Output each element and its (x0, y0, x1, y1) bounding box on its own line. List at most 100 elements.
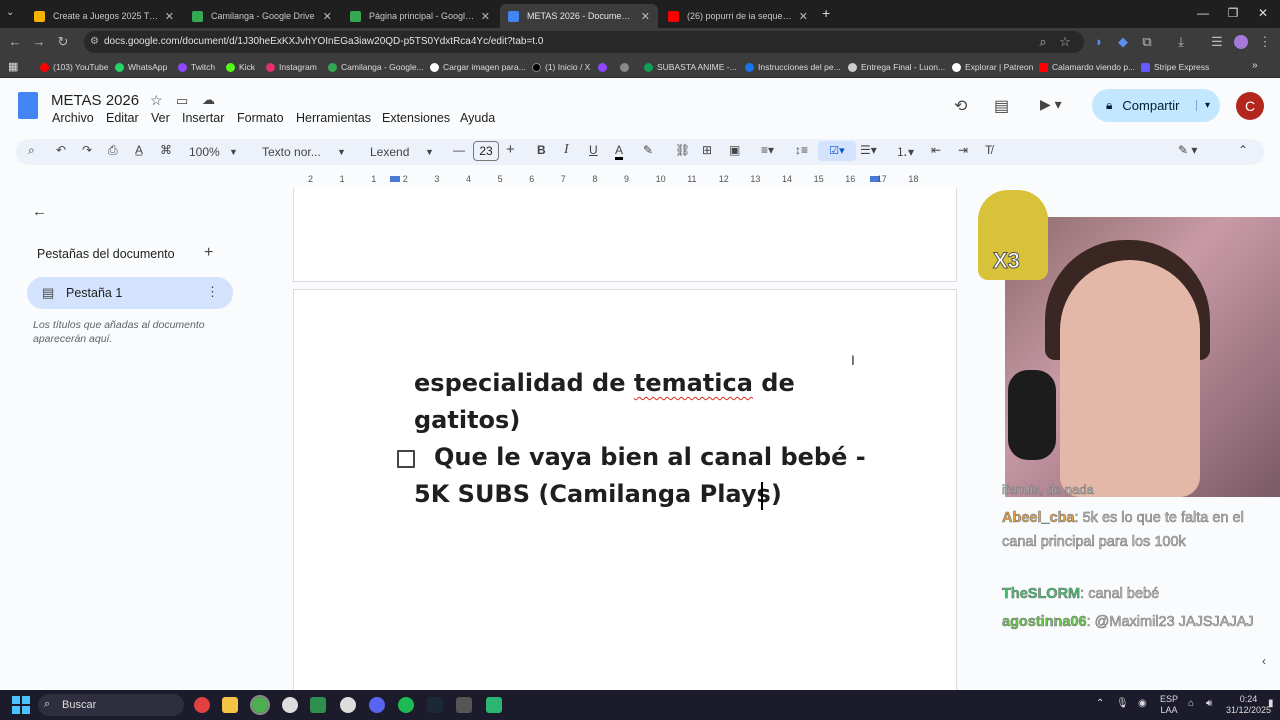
taskbar-search[interactable]: Buscar (38, 694, 184, 716)
italic-icon[interactable]: I (564, 142, 569, 158)
undo-icon[interactable]: ↶ (56, 143, 66, 157)
menu-editar[interactable]: Editar (106, 111, 139, 125)
underline-icon[interactable]: U (589, 143, 598, 157)
misspelled-word[interactable]: tematica (634, 369, 753, 397)
reload-icon[interactable]: ↻ (54, 34, 72, 50)
download-icon[interactable]: ⤓ (1172, 34, 1190, 50)
search-menus-icon[interactable]: ⌕ (28, 143, 35, 158)
settings-icon[interactable] (282, 697, 298, 713)
style-select[interactable]: Texto nor... (262, 145, 321, 159)
browser-tab[interactable]: Camilanga - Google Drive ✕ (184, 4, 340, 28)
clock[interactable]: 0:24 31/12/2025 (1226, 694, 1271, 716)
address-bar[interactable]: docs.google.com/document/d/1J30heExKXJvh… (84, 31, 1084, 53)
clear-formatting-icon[interactable]: T̸ (985, 143, 992, 157)
font-size-input[interactable]: 23 (473, 141, 499, 161)
profile-avatar[interactable] (1234, 35, 1248, 49)
chevron-down-icon[interactable]: ▼ (425, 147, 434, 157)
tray-chevron-icon[interactable]: ⌃ (1096, 698, 1104, 709)
tab-close-icon[interactable]: ✕ (481, 10, 490, 23)
bookmark-item[interactable]: Calamardo viendo p... (1039, 60, 1135, 74)
tab-close-icon[interactable]: ✕ (165, 10, 174, 23)
account-avatar[interactable]: C (1236, 92, 1264, 120)
taskbar-app-icon[interactable] (310, 697, 326, 713)
browser-tab[interactable]: (26) popurri de ia seque un rio ✕ (660, 4, 816, 28)
menu-archivo[interactable]: Archivo (52, 111, 94, 125)
menu-insertar[interactable]: Insertar (182, 111, 224, 125)
taskbar-app-icon[interactable] (194, 697, 210, 713)
taskbar-app-icon[interactable] (456, 697, 472, 713)
browser-tab[interactable]: Create a Juegos 2025 Tier List - ✕ (26, 4, 182, 28)
more-bookmarks-icon[interactable]: » (1252, 60, 1258, 71)
extensions-puzzle-icon[interactable]: ⧉ (1138, 34, 1156, 50)
spotify-icon[interactable] (398, 697, 414, 713)
highlight-icon[interactable]: ✎ (643, 143, 653, 157)
discord-icon[interactable] (369, 697, 385, 713)
editing-mode-icon[interactable]: ✎ ▾ (1178, 143, 1197, 157)
add-comment-icon[interactable]: ⊞ (702, 143, 712, 157)
paint-format-icon[interactable]: ⌘ (160, 143, 172, 157)
bulleted-list-icon[interactable]: ☰▾ (860, 143, 877, 157)
line-spacing-icon[interactable]: ↕≡ (795, 143, 808, 157)
bookmark-item[interactable]: Instagram (266, 60, 317, 74)
taskbar-app-icon[interactable] (340, 697, 356, 713)
bookmark-item[interactable] (620, 60, 633, 74)
left-indent-marker-icon[interactable] (390, 176, 400, 182)
close-sidebar-back-icon[interactable]: ← (32, 203, 47, 220)
bookmark-item[interactable]: Kick (226, 60, 255, 74)
redo-icon[interactable]: ↷ (82, 143, 92, 157)
share-dropdown-icon[interactable]: ▾ (1195, 100, 1210, 111)
windows-start-icon[interactable] (12, 696, 30, 714)
checklist-checkbox[interactable] (397, 450, 415, 468)
link-icon[interactable]: ⛓ (675, 143, 690, 157)
chrome-icon[interactable] (250, 695, 270, 715)
notifications-icon[interactable]: ▮ (1268, 698, 1274, 709)
apps-grid-icon[interactable]: ▦ (8, 60, 18, 73)
menu-ver[interactable]: Ver (151, 111, 170, 125)
menu-formato[interactable]: Formato (237, 111, 284, 125)
minimize-icon[interactable]: — (1188, 6, 1218, 20)
extension-icon[interactable]: ◗ (1090, 34, 1108, 49)
chevron-down-icon[interactable]: ▼ (337, 147, 346, 157)
share-button[interactable]: 🔒︎ Compartir ▾ (1092, 89, 1220, 122)
taskbar-app-icon[interactable] (486, 697, 502, 713)
spellcheck-icon[interactable]: A̲ (135, 143, 143, 157)
move-folder-icon[interactable]: ▭ (176, 93, 188, 109)
menu-ayuda[interactable]: Ayuda (460, 111, 495, 125)
bookmark-item[interactable]: SUBASTA ANIME -... (644, 60, 737, 74)
checklist-icon[interactable]: ☑▾ (818, 141, 856, 161)
bookmark-star-icon[interactable]: ☆ (1056, 34, 1074, 50)
network-icon[interactable]: ⌂ (1188, 698, 1194, 709)
forward-icon[interactable]: → (30, 34, 48, 49)
text-color-icon[interactable]: A (615, 143, 624, 160)
bookmark-item[interactable] (598, 60, 611, 74)
zoom-icon[interactable]: ⌕ (1034, 34, 1052, 50)
document-tab-item[interactable] (27, 277, 233, 309)
bookmark-item[interactable]: Entrega Final - Luon... (848, 60, 945, 74)
insert-image-icon[interactable]: ▣ (729, 143, 740, 157)
bookmark-item[interactable]: Cargar imagen para... (430, 60, 526, 74)
document-title[interactable]: METAS 2026 (51, 92, 139, 109)
volume-icon[interactable]: 🔊︎ (1206, 698, 1212, 709)
font-select[interactable]: Lexend (370, 145, 409, 159)
menu-extensiones[interactable]: Extensiones (382, 111, 450, 125)
bookmark-item[interactable]: (1) Inicio / X (532, 60, 590, 74)
tab-close-icon[interactable]: ✕ (641, 10, 650, 23)
increase-indent-icon[interactable]: ⇥ (958, 143, 968, 157)
numbered-list-icon[interactable]: ⒈▾ (896, 143, 914, 160)
bookmark-item[interactable]: Twitch (178, 60, 215, 74)
add-tab-plus-icon[interactable]: + (204, 244, 213, 262)
language-indicator[interactable]: ESP LAA (1160, 694, 1178, 716)
file-explorer-icon[interactable] (222, 697, 238, 713)
restore-icon[interactable]: ❐ (1218, 6, 1248, 20)
bookmark-item[interactable]: (103) YouTube (40, 60, 108, 74)
docs-logo-icon[interactable] (18, 92, 38, 119)
tab-close-icon[interactable]: ✕ (799, 10, 808, 23)
tab-search-chevron-icon[interactable]: ⌄ (6, 7, 14, 18)
bookmark-item[interactable]: Instrucciones del pe... (745, 60, 841, 74)
comments-icon[interactable]: ▤ (994, 96, 1009, 116)
browser-menu-icon[interactable]: ⋮ (1256, 34, 1274, 50)
document-page[interactable] (293, 188, 957, 282)
star-icon[interactable]: ☆ (150, 92, 163, 109)
extension-icon[interactable]: ◆ (1114, 34, 1132, 50)
browser-tab-active[interactable]: METAS 2026 - Documentos de ✕ (500, 4, 658, 28)
